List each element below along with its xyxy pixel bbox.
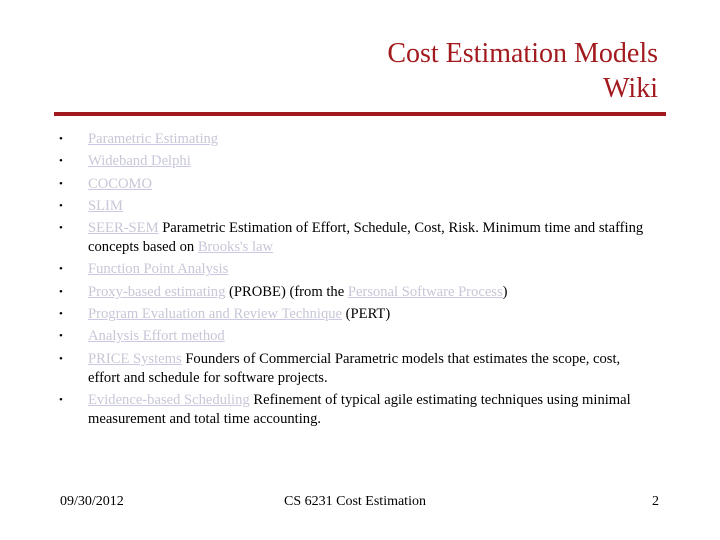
link-cocomo[interactable]: COCOMO	[88, 176, 152, 192]
link-wideband-delphi[interactable]: Wideband Delphi	[88, 153, 191, 169]
link-analysis-effort-method[interactable]: Analysis Effort method	[88, 328, 225, 344]
bullet-icon: •	[59, 393, 63, 406]
footer-course-title: CS 6231 Cost Estimation	[284, 494, 426, 509]
title-line-1: Cost Estimation Models	[387, 38, 658, 69]
list-item: • COCOMO	[54, 175, 654, 194]
link-parametric-estimating[interactable]: Parametric Estimating	[88, 131, 218, 147]
link-pert[interactable]: Program Evaluation and Review Technique	[88, 306, 342, 322]
link-brooks-law[interactable]: Brooks's law	[198, 239, 273, 255]
slide-title: Cost Estimation Models Wiki	[387, 36, 658, 106]
list-item: • SEER-SEM Parametric Estimation of Effor…	[54, 219, 654, 257]
list-item: • Program Evaluation and Review Technique…	[54, 305, 654, 324]
bullet-text: (PERT)	[342, 306, 391, 323]
link-proxy-based-estimating[interactable]: Proxy-based estimating	[88, 284, 225, 300]
bullet-icon: •	[59, 133, 63, 145]
bullet-text: Parametric Estimation of Effort, Schedul…	[88, 220, 644, 256]
list-item: • Analysis Effort method	[54, 327, 654, 346]
list-item: • Evidence-based Scheduling Refinement of…	[54, 391, 654, 429]
link-price-systems[interactable]: PRICE Systems	[88, 351, 182, 367]
list-item: • Proxy-based estimating (PROBE) (from th…	[54, 283, 654, 302]
list-item: • Parametric Estimating	[54, 130, 654, 149]
link-seer-sem[interactable]: SEER-SEM	[88, 220, 159, 236]
link-evidence-based-scheduling[interactable]: Evidence-based Scheduling	[88, 392, 250, 408]
bullet-icon: •	[59, 199, 63, 212]
list-item: • Wideband Delphi	[54, 152, 654, 171]
bullet-icon: •	[59, 222, 63, 235]
list-item: • SLIM	[54, 197, 654, 216]
bullet-icon: •	[59, 177, 63, 190]
bullet-text-suffix: )	[502, 283, 508, 300]
bullet-icon: •	[59, 352, 63, 365]
bullet-icon: •	[59, 285, 63, 298]
bullet-text: (PROBE) (from the	[225, 283, 348, 300]
link-slim[interactable]: SLIM	[88, 198, 123, 214]
link-function-point-analysis[interactable]: Function Point Analysis	[88, 261, 228, 277]
footer-date: 09/30/2012	[60, 494, 124, 509]
bullet-icon: •	[59, 308, 63, 321]
title-line-2: Wiki	[603, 73, 658, 104]
title-underline-rule	[54, 112, 666, 116]
bullet-icon: •	[59, 263, 63, 276]
bullet-icon: •	[59, 330, 63, 343]
list-item: • Function Point Analysis	[54, 260, 654, 279]
link-personal-software-process[interactable]: Personal Software Process	[348, 284, 503, 300]
footer-page-number: 2	[652, 494, 659, 509]
bullet-icon: •	[59, 155, 63, 168]
bullet-list: • Parametric Estimating • Wideband Delphi …	[54, 130, 654, 432]
list-item: • PRICE Systems Founders of Commercial Pa…	[54, 350, 654, 388]
